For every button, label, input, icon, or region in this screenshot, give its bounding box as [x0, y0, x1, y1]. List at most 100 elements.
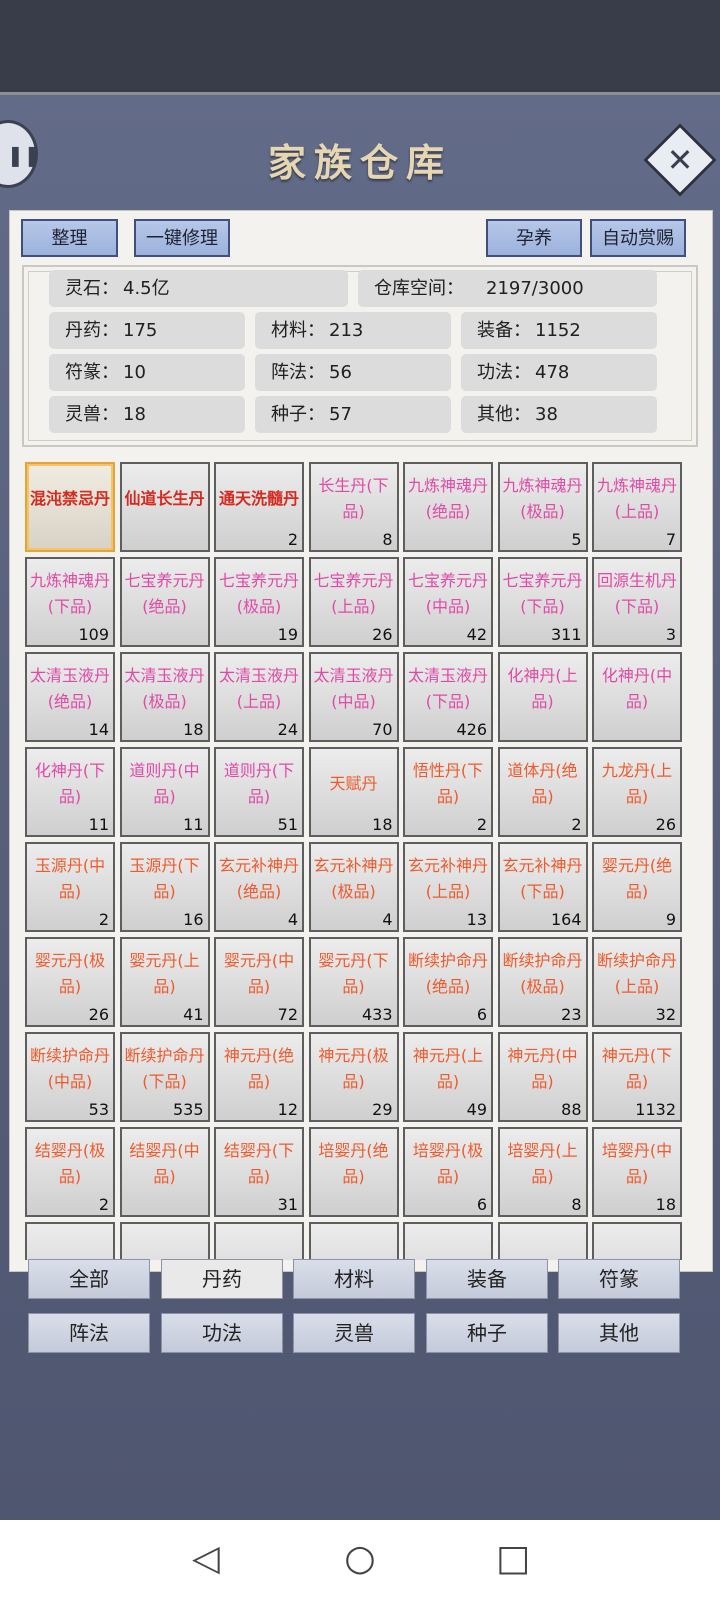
- item-cell[interactable]: 玄元补神丹(上品) 13: [403, 842, 493, 932]
- stat-other: 其他： 38: [461, 396, 657, 433]
- item-cell[interactable]: 太清玉液丹(中品) 70: [308, 652, 399, 742]
- item-name: 太清玉液丹(中品): [313, 666, 394, 711]
- item-count: 3: [665, 625, 676, 644]
- item-count: 16: [183, 910, 204, 929]
- nurture-button[interactable]: 孕养: [486, 219, 582, 257]
- home-icon[interactable]: ○: [335, 1534, 385, 1584]
- item-cell[interactable]: 回源生机丹(下品) 3: [592, 557, 682, 647]
- item-count: 70: [372, 720, 393, 739]
- item-cell[interactable]: 化神丹(中品): [592, 652, 682, 742]
- item-cell[interactable]: 九炼神魂丹(上品) 7: [592, 462, 682, 552]
- category-tab-8[interactable]: 种子: [426, 1313, 548, 1353]
- category-tab-2[interactable]: 材料: [293, 1259, 415, 1299]
- item-cell[interactable]: 断续护命丹(极品) 23: [497, 937, 588, 1027]
- item-cell[interactable]: 神元丹(极品) 29: [308, 1032, 399, 1122]
- item-cell[interactable]: 太清玉液丹(极品) 18: [119, 652, 210, 742]
- item-cell[interactable]: 九龙丹(上品) 26: [592, 747, 682, 837]
- category-tab-0[interactable]: 全部: [28, 1259, 150, 1299]
- item-cell[interactable]: 九炼神魂丹(绝品): [403, 462, 493, 552]
- item-cell[interactable]: 天赋丹 18: [308, 747, 399, 837]
- item-count: 26: [372, 625, 393, 644]
- item-cell[interactable]: 通天洗髓丹 2: [214, 462, 304, 552]
- item-name: 结婴丹(中品): [129, 1141, 200, 1186]
- item-cell[interactable]: 断续护命丹(上品) 32: [592, 937, 682, 1027]
- item-cell[interactable]: 神元丹(下品) 1132: [592, 1032, 682, 1122]
- item-cell[interactable]: 道则丹(下品) 51: [214, 747, 304, 837]
- item-cell[interactable]: [119, 1222, 210, 1260]
- item-cell[interactable]: [592, 1222, 682, 1260]
- item-cell[interactable]: 培婴丹(绝品): [308, 1127, 399, 1217]
- item-count: 11: [183, 815, 204, 834]
- sort-button[interactable]: 整理: [21, 219, 118, 257]
- item-cell[interactable]: 太清玉液丹(绝品) 14: [25, 652, 115, 742]
- item-cell[interactable]: 培婴丹(极品) 6: [403, 1127, 493, 1217]
- item-cell[interactable]: 化神丹(下品) 11: [25, 747, 115, 837]
- category-tab-7[interactable]: 灵兽: [293, 1313, 415, 1353]
- item-count: 2: [287, 530, 298, 549]
- category-tab-5[interactable]: 阵法: [28, 1313, 150, 1353]
- item-cell[interactable]: 太清玉液丹(上品) 24: [214, 652, 304, 742]
- item-cell[interactable]: 九炼神魂丹(下品) 109: [25, 557, 115, 647]
- item-cell[interactable]: 太清玉液丹(下品) 426: [403, 652, 493, 742]
- item-cell[interactable]: 七宝养元丹(中品) 42: [403, 557, 493, 647]
- item-cell[interactable]: 玄元补神丹(极品) 4: [308, 842, 399, 932]
- item-count: 12: [277, 1100, 298, 1119]
- item-cell[interactable]: 七宝养元丹(上品) 26: [308, 557, 399, 647]
- item-cell[interactable]: 七宝养元丹(极品) 19: [214, 557, 304, 647]
- item-cell[interactable]: 培婴丹(上品) 8: [497, 1127, 588, 1217]
- item-count: 311: [550, 625, 582, 644]
- category-tab-3[interactable]: 装备: [426, 1259, 548, 1299]
- item-cell[interactable]: 玉源丹(中品) 2: [25, 842, 115, 932]
- item-cell[interactable]: 道则丹(中品) 11: [119, 747, 210, 837]
- recent-apps-icon[interactable]: □: [488, 1534, 538, 1584]
- auto-reward-button[interactable]: 自动赏赐: [590, 219, 686, 257]
- item-cell[interactable]: 神元丹(中品) 88: [497, 1032, 588, 1122]
- item-cell[interactable]: 玄元补神丹(绝品) 4: [214, 842, 304, 932]
- item-cell[interactable]: 玄元补神丹(下品) 164: [497, 842, 588, 932]
- item-cell[interactable]: 道体丹(绝品) 2: [497, 747, 588, 837]
- item-cell[interactable]: 化神丹(上品): [497, 652, 588, 742]
- repair-all-button[interactable]: 一键修理: [134, 219, 230, 257]
- back-icon[interactable]: ◁: [181, 1534, 231, 1584]
- item-cell[interactable]: 结婴丹(下品) 31: [214, 1127, 304, 1217]
- item-cell[interactable]: [25, 1222, 115, 1260]
- item-cell[interactable]: 婴元丹(绝品) 9: [592, 842, 682, 932]
- item-cell[interactable]: 断续护命丹(绝品) 6: [403, 937, 493, 1027]
- item-cell[interactable]: 仙道长生丹: [119, 462, 210, 552]
- item-name: 九炼神魂丹(下品): [29, 571, 110, 616]
- item-cell[interactable]: 神元丹(上品) 49: [403, 1032, 493, 1122]
- item-cell[interactable]: [308, 1222, 399, 1260]
- item-name: 婴元丹(上品): [129, 951, 200, 996]
- category-tab-4[interactable]: 符篆: [558, 1259, 680, 1299]
- item-cell[interactable]: [214, 1222, 304, 1260]
- item-cell[interactable]: 七宝养元丹(下品) 311: [497, 557, 588, 647]
- item-cell[interactable]: 婴元丹(中品) 72: [214, 937, 304, 1027]
- item-name: 玄元补神丹(绝品): [218, 856, 299, 901]
- item-cell[interactable]: 悟性丹(下品) 2: [403, 747, 493, 837]
- item-cell[interactable]: 神元丹(绝品) 12: [214, 1032, 304, 1122]
- item-cell[interactable]: 婴元丹(上品) 41: [119, 937, 210, 1027]
- item-cell[interactable]: [403, 1222, 493, 1260]
- stat-spirit-stone: 灵石： 4.5亿: [49, 270, 348, 307]
- item-cell[interactable]: 断续护命丹(下品) 535: [119, 1032, 210, 1122]
- item-count: 9: [665, 910, 676, 929]
- item-name: 九龙丹(上品): [601, 761, 673, 806]
- item-cell[interactable]: 玉源丹(下品) 16: [119, 842, 210, 932]
- item-cell[interactable]: [497, 1222, 588, 1260]
- category-tab-1[interactable]: 丹药: [161, 1259, 283, 1299]
- item-name: 回源生机丹(下品): [596, 571, 677, 616]
- item-cell[interactable]: 婴元丹(极品) 26: [25, 937, 115, 1027]
- category-tab-6[interactable]: 功法: [161, 1313, 283, 1353]
- category-tab-9[interactable]: 其他: [558, 1313, 680, 1353]
- item-name: 断续护命丹(下品): [124, 1046, 205, 1091]
- item-cell[interactable]: 长生丹(下品) 8: [308, 462, 399, 552]
- item-cell[interactable]: 七宝养元丹(绝品): [119, 557, 210, 647]
- item-cell[interactable]: 断续护命丹(中品) 53: [25, 1032, 115, 1122]
- item-cell[interactable]: 结婴丹(极品) 2: [25, 1127, 115, 1217]
- item-cell[interactable]: 混沌禁忌丹: [25, 462, 115, 552]
- item-cell[interactable]: 培婴丹(中品) 18: [592, 1127, 682, 1217]
- item-name: 混沌禁忌丹: [29, 489, 110, 508]
- item-cell[interactable]: 婴元丹(下品) 433: [308, 937, 399, 1027]
- item-cell[interactable]: 九炼神魂丹(极品) 5: [497, 462, 588, 552]
- item-cell[interactable]: 结婴丹(中品): [119, 1127, 210, 1217]
